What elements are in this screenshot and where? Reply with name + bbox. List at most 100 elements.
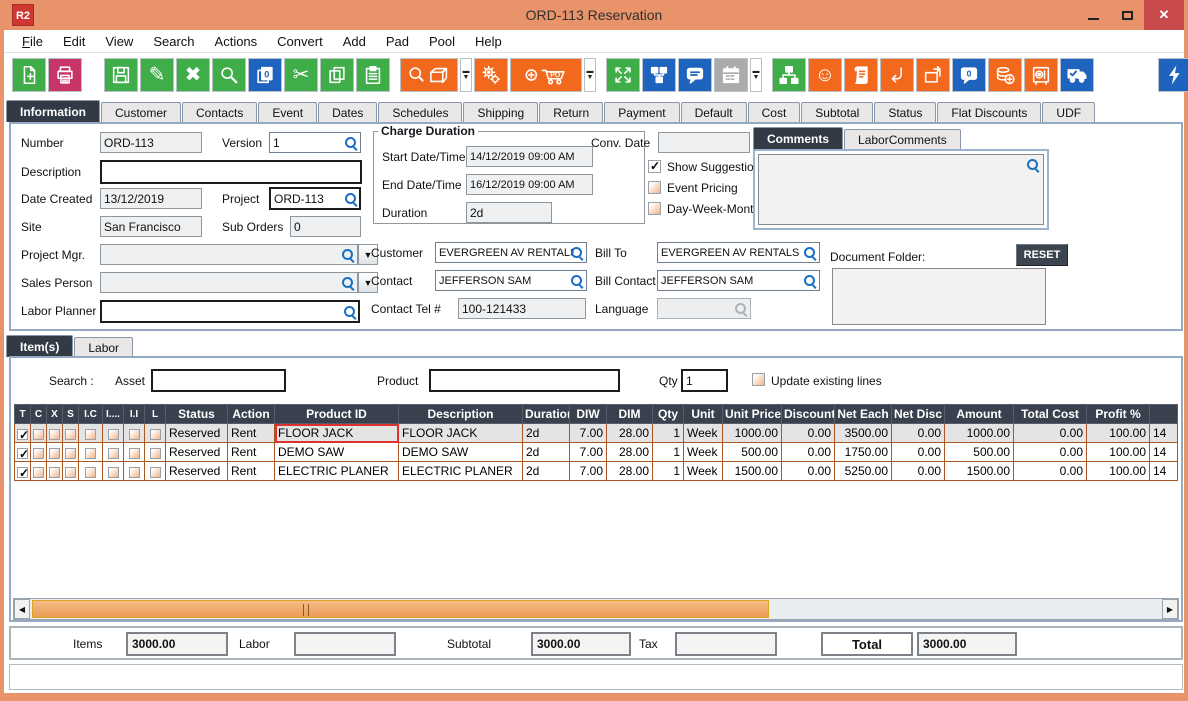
contact-tel-field[interactable] bbox=[458, 298, 586, 319]
cell-more[interactable]: 14 bbox=[1150, 424, 1178, 443]
date-created-field[interactable] bbox=[100, 188, 202, 209]
table-row[interactable]: ReservedRentDEMO SAWDEMO SAW2d7.0028.001… bbox=[15, 443, 1178, 462]
receive-box-button[interactable] bbox=[916, 58, 950, 92]
bill-to-field[interactable] bbox=[657, 242, 820, 263]
row-check-cell[interactable] bbox=[103, 462, 124, 481]
row-checkbox[interactable] bbox=[33, 467, 44, 478]
row-checkbox[interactable] bbox=[49, 448, 60, 459]
copy-special-button[interactable]: 0 bbox=[248, 58, 282, 92]
cell-net-each[interactable]: 5250.00 bbox=[835, 462, 892, 481]
workflow-button[interactable] bbox=[642, 58, 676, 92]
reset-button[interactable]: RESET bbox=[1016, 244, 1068, 266]
table-row[interactable]: ReservedRentFLOOR JACKFLOOR JACK2d7.0028… bbox=[15, 424, 1178, 443]
tab-cost[interactable]: Cost bbox=[748, 102, 801, 122]
menu-search[interactable]: Search bbox=[143, 34, 204, 49]
scroll-left-arrow-icon[interactable]: ◀ bbox=[14, 599, 30, 619]
col-header-diw[interactable]: DIW bbox=[570, 405, 607, 424]
row-checkbox[interactable] bbox=[17, 429, 28, 440]
col-header-t[interactable]: T bbox=[15, 405, 31, 424]
row-check-cell[interactable] bbox=[31, 443, 47, 462]
bill-contact-search-icon[interactable] bbox=[803, 274, 817, 288]
row-checkbox[interactable] bbox=[33, 429, 44, 440]
cell-action[interactable]: Rent bbox=[228, 443, 275, 462]
sales-person-search-icon[interactable] bbox=[341, 276, 355, 290]
project-mgr-search-icon[interactable] bbox=[341, 248, 355, 262]
row-checkbox[interactable] bbox=[65, 429, 76, 440]
tab-customer[interactable]: Customer bbox=[101, 102, 181, 122]
cell-diw[interactable]: 7.00 bbox=[570, 424, 607, 443]
horizontal-scrollbar[interactable]: ◀ ▶ bbox=[13, 598, 1179, 620]
row-checkbox[interactable] bbox=[108, 429, 119, 440]
add-po-cart-button[interactable]: PO bbox=[510, 58, 582, 92]
tab-information[interactable]: Information bbox=[6, 100, 100, 122]
cell-unit[interactable]: Week bbox=[684, 462, 723, 481]
tab-payment[interactable]: Payment bbox=[604, 102, 679, 122]
copy-button[interactable] bbox=[320, 58, 354, 92]
tab-default[interactable]: Default bbox=[681, 102, 747, 122]
cell-net-each[interactable]: 1750.00 bbox=[835, 443, 892, 462]
row-check-cell[interactable] bbox=[47, 424, 63, 443]
version-search-icon[interactable] bbox=[344, 136, 358, 150]
menu-add[interactable]: Add bbox=[333, 34, 376, 49]
row-check-cell[interactable] bbox=[15, 424, 31, 443]
col-header-unit-price[interactable]: Unit Price bbox=[723, 405, 782, 424]
cell-qty[interactable]: 1 bbox=[653, 424, 684, 443]
col-header-qty[interactable]: Qty bbox=[653, 405, 684, 424]
product-search-more-dropdown[interactable]: ▬▼ bbox=[460, 58, 472, 92]
comments-box[interactable] bbox=[758, 154, 1044, 225]
description-field[interactable] bbox=[100, 160, 362, 184]
update-existing-lines-checkbox[interactable] bbox=[752, 373, 765, 386]
row-checkbox[interactable] bbox=[65, 467, 76, 478]
tab-shipping[interactable]: Shipping bbox=[463, 102, 538, 122]
cell-profit-[interactable]: 100.00 bbox=[1087, 443, 1150, 462]
cell-net-disc[interactable]: 0.00 bbox=[892, 424, 945, 443]
contact-field[interactable] bbox=[435, 270, 587, 291]
col-header-more[interactable] bbox=[1150, 405, 1178, 424]
cell-status[interactable]: Reserved bbox=[166, 424, 228, 443]
find-button[interactable] bbox=[212, 58, 246, 92]
row-check-cell[interactable] bbox=[145, 424, 166, 443]
tab-event[interactable]: Event bbox=[258, 102, 317, 122]
cell-unit[interactable]: Week bbox=[684, 443, 723, 462]
scrollbar-thumb[interactable] bbox=[32, 600, 769, 618]
duration-field[interactable] bbox=[466, 202, 552, 223]
row-check-cell[interactable] bbox=[124, 462, 145, 481]
tab-subtotal[interactable]: Subtotal bbox=[801, 102, 873, 122]
menu-edit[interactable]: Edit bbox=[53, 34, 95, 49]
col-header-product-id[interactable]: Product ID bbox=[275, 405, 399, 424]
col-header-dim[interactable]: DIM bbox=[607, 405, 653, 424]
cell-dim[interactable]: 28.00 bbox=[607, 443, 653, 462]
row-checkbox[interactable] bbox=[129, 467, 140, 478]
row-checkbox[interactable] bbox=[129, 448, 140, 459]
contact-search-icon[interactable] bbox=[570, 274, 584, 288]
row-checkbox[interactable] bbox=[17, 448, 28, 459]
site-field[interactable] bbox=[100, 216, 202, 237]
tab-status[interactable]: Status bbox=[874, 102, 936, 122]
cut-button[interactable]: ✂ bbox=[284, 58, 318, 92]
cell-duration[interactable]: 2d bbox=[523, 462, 570, 481]
tab-labor[interactable]: Labor bbox=[74, 337, 133, 357]
col-header-ii[interactable]: I.I bbox=[124, 405, 145, 424]
tab-contacts[interactable]: Contacts bbox=[182, 102, 257, 122]
cell-action[interactable]: Rent bbox=[228, 462, 275, 481]
vault-button[interactable] bbox=[1024, 58, 1058, 92]
col-header-amount[interactable]: Amount bbox=[945, 405, 1014, 424]
menu-file[interactable]: File bbox=[12, 34, 53, 49]
tab-labor-comments[interactable]: LaborComments bbox=[844, 129, 961, 149]
cell-product-id[interactable]: FLOOR JACK bbox=[275, 424, 399, 443]
add-po-cart-more-dropdown[interactable]: ▬▼ bbox=[584, 58, 596, 92]
cell-discount[interactable]: 0.00 bbox=[782, 424, 835, 443]
cell-discount[interactable]: 0.00 bbox=[782, 462, 835, 481]
sub-orders-field[interactable] bbox=[290, 216, 361, 237]
col-header-unit[interactable]: Unit bbox=[684, 405, 723, 424]
product-search-button[interactable] bbox=[400, 58, 458, 92]
cell-amount[interactable]: 500.00 bbox=[945, 443, 1014, 462]
col-header-status[interactable]: Status bbox=[166, 405, 228, 424]
tab-return[interactable]: Return bbox=[539, 102, 603, 122]
hierarchy-button[interactable] bbox=[772, 58, 806, 92]
cell-net-disc[interactable]: 0.00 bbox=[892, 443, 945, 462]
tab-items[interactable]: Item(s) bbox=[6, 335, 73, 357]
paste-button[interactable] bbox=[356, 58, 390, 92]
row-check-cell[interactable] bbox=[79, 424, 103, 443]
row-check-cell[interactable] bbox=[79, 462, 103, 481]
